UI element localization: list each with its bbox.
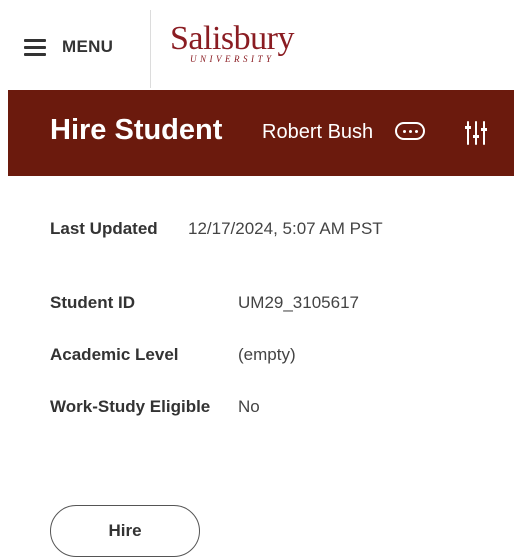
menu-label: MENU xyxy=(62,37,114,56)
last-updated-label: Last Updated xyxy=(50,219,158,238)
dot-icon xyxy=(414,129,418,133)
hire-button[interactable]: Hire xyxy=(50,505,200,557)
page-title: Hire Student xyxy=(50,114,223,146)
related-actions-button[interactable] xyxy=(395,122,425,140)
university-logo[interactable]: Salisbury UNIVERSITY xyxy=(170,22,305,74)
academic-level-label: Academic Level xyxy=(50,345,179,364)
last-updated-value: 12/17/2024, 5:07 AM PST xyxy=(188,219,383,238)
work-study-label: Work-Study Eligible xyxy=(50,397,211,416)
top-bar: MENU Salisbury UNIVERSITY xyxy=(0,0,514,90)
student-id-label: Student ID xyxy=(50,293,135,312)
student-id-value: UM29_3105617 xyxy=(238,293,359,312)
dot-icon xyxy=(402,129,406,133)
page-banner: Hire Student Robert Bush xyxy=(8,90,514,176)
hamburger-icon xyxy=(24,39,46,56)
student-name: Robert Bush xyxy=(262,121,374,143)
menu-button[interactable]: MENU xyxy=(24,30,113,64)
work-study-value: No xyxy=(238,397,260,416)
academic-level-value: (empty) xyxy=(238,345,296,364)
dot-icon xyxy=(408,129,412,133)
configure-icon[interactable] xyxy=(464,120,488,146)
logo-wordmark: Salisbury xyxy=(170,20,294,57)
header-divider xyxy=(150,10,151,88)
